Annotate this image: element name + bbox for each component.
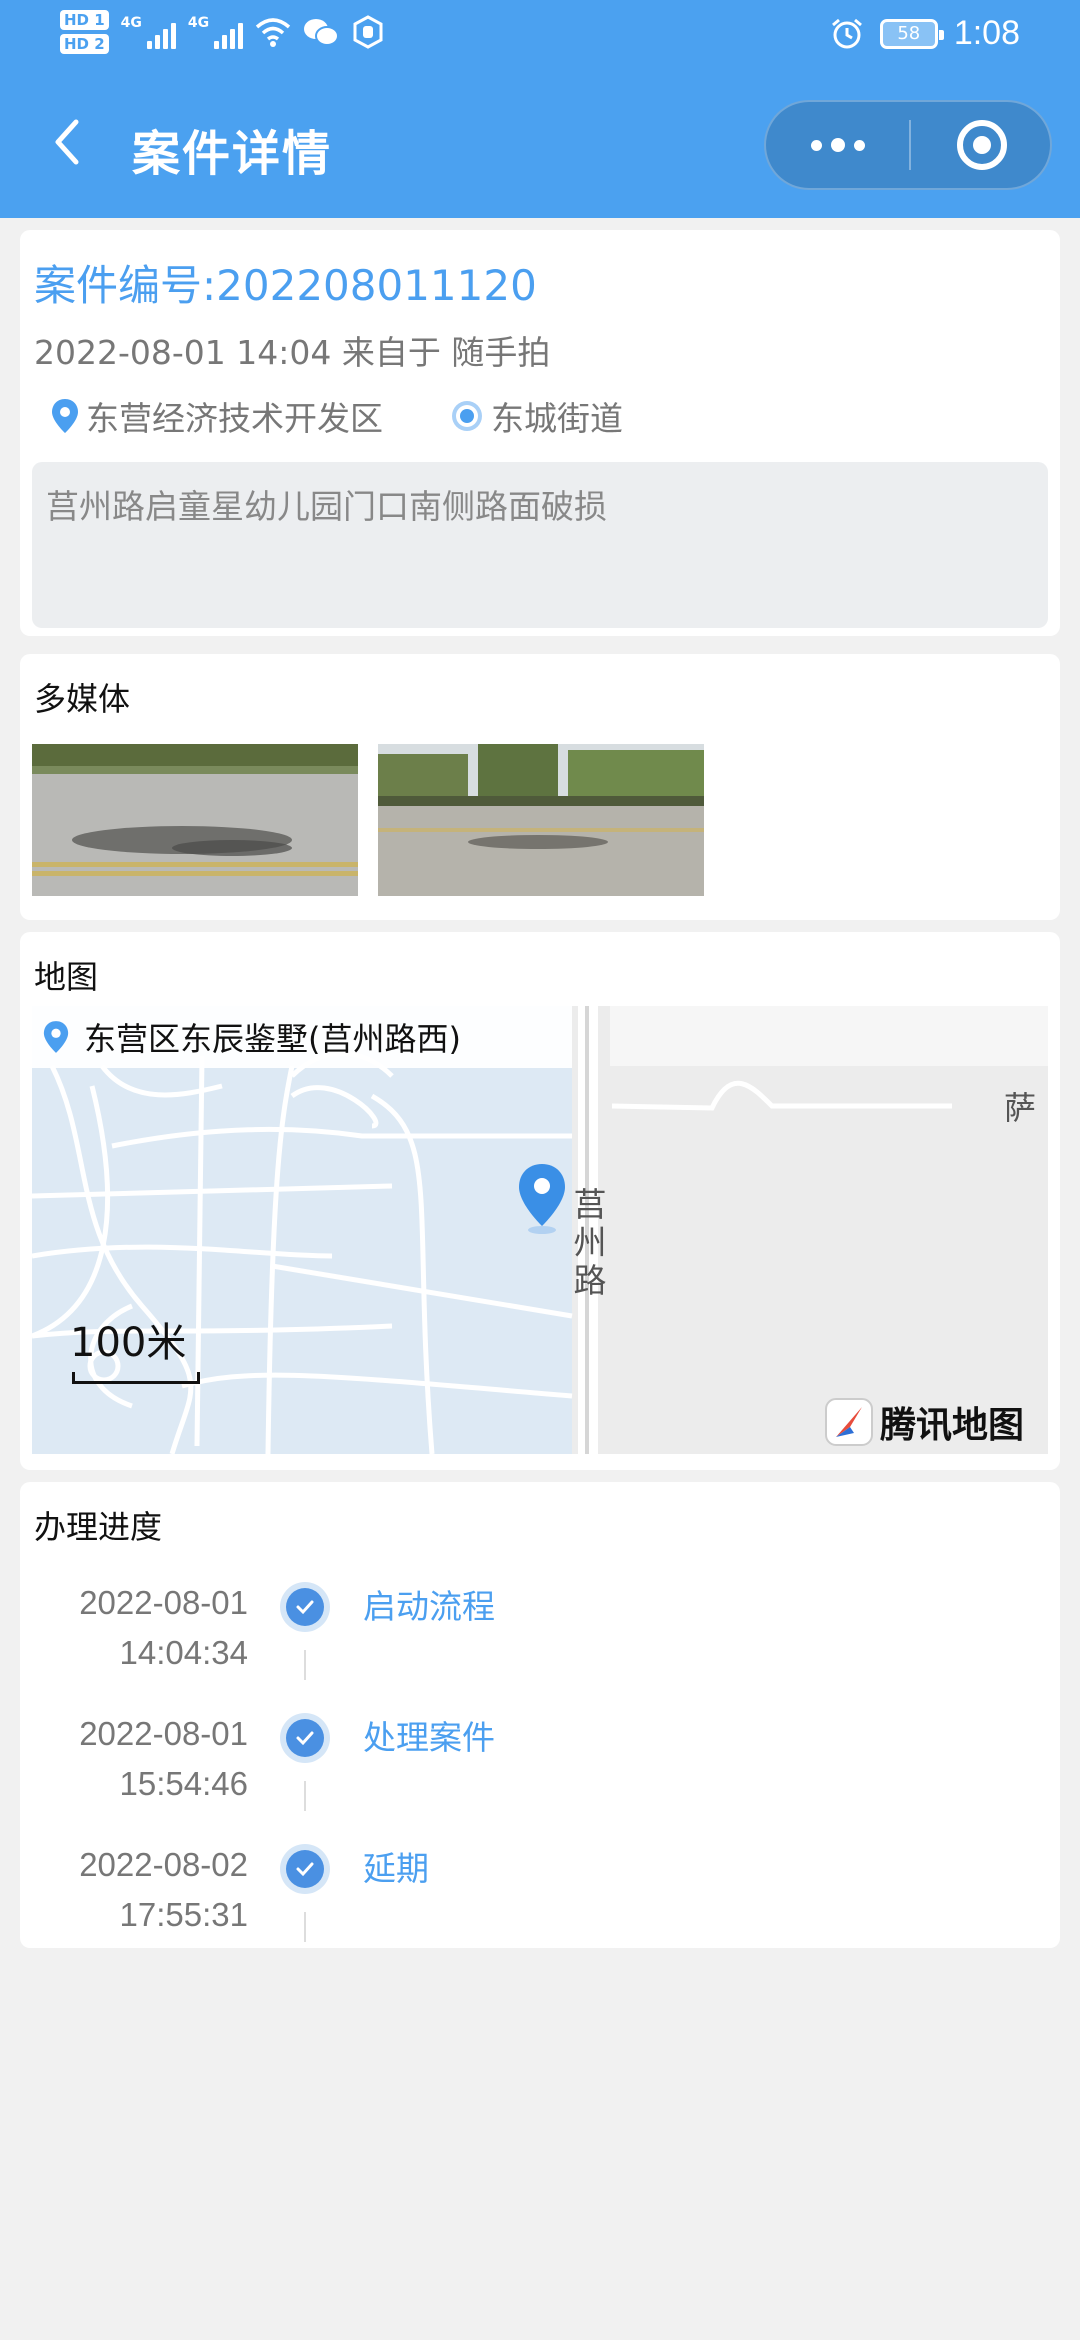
step-connector bbox=[304, 1912, 306, 1942]
battery-icon: 58 bbox=[879, 18, 944, 49]
wifi-icon bbox=[255, 18, 291, 47]
step-time: 14:04:34 bbox=[119, 1634, 248, 1671]
location-pin-icon bbox=[52, 399, 78, 433]
mini-program-capsule bbox=[764, 100, 1052, 190]
signal-2-icon: 4G bbox=[188, 15, 244, 49]
location-row: 东营经济技术开发区 东城街道 bbox=[50, 392, 623, 440]
step-date: 2022-08-02 bbox=[79, 1846, 248, 1883]
map-scale-label: 100米 bbox=[70, 1320, 187, 1366]
map-address: 东营区东辰鉴墅(莒州路西) bbox=[84, 1020, 461, 1058]
clock: 1:08 bbox=[953, 14, 1020, 52]
check-circle-icon bbox=[280, 1713, 330, 1763]
map-address-bar: 东营区东辰鉴墅(莒州路西) bbox=[32, 1006, 572, 1068]
media-photo-2[interactable] bbox=[378, 744, 704, 896]
tencent-map-logo: 腾讯地图 bbox=[824, 1396, 1024, 1448]
signal-1-icon: 4G bbox=[121, 15, 176, 49]
step-label: 处理案件 bbox=[363, 1718, 495, 1757]
media-card: 多媒体 bbox=[20, 654, 1060, 920]
step-time: 15:54:46 bbox=[119, 1765, 248, 1802]
more-dots-icon[interactable] bbox=[766, 102, 909, 188]
check-circle-icon bbox=[280, 1582, 330, 1632]
map-logo-text: 腾讯地图 bbox=[879, 1405, 1024, 1446]
target-location-icon bbox=[452, 401, 482, 431]
alarm-icon bbox=[831, 18, 862, 48]
status-bar: HD 1 HD 2 4G 4G 58 1:08 bbox=[0, 0, 1080, 76]
map-corner-label: 萨 bbox=[1004, 1089, 1037, 1127]
progress-title: 办理进度 bbox=[34, 1508, 163, 1546]
step-time: 17:55:31 bbox=[119, 1896, 248, 1933]
step-date: 2022-08-01 bbox=[79, 1584, 248, 1621]
step-date: 2022-08-01 bbox=[79, 1715, 248, 1752]
hd2-badge: HD 2 bbox=[60, 34, 109, 54]
location-pin-icon bbox=[43, 1021, 69, 1053]
step-connector bbox=[304, 1650, 306, 1680]
status-right: 58 1:08 bbox=[830, 14, 1020, 53]
target-circle-icon[interactable] bbox=[911, 102, 1052, 188]
chevron-left-icon[interactable] bbox=[42, 112, 102, 172]
progress-card: 办理进度 2022-08-01 14:04:34 启动流程 2022-08-01… bbox=[20, 1482, 1060, 1948]
hand-badge-icon bbox=[353, 15, 383, 49]
progress-step: 2022-08-01 15:54:46 处理案件 bbox=[20, 1709, 1060, 1839]
street-label: 东城街道 bbox=[491, 399, 623, 438]
map-marker-icon bbox=[519, 1164, 565, 1234]
step-connector bbox=[304, 1781, 306, 1811]
hd1-badge: HD 1 bbox=[60, 10, 109, 30]
nav-bar: 案件详情 bbox=[0, 96, 1080, 196]
media-title: 多媒体 bbox=[34, 680, 131, 718]
media-photo-1[interactable] bbox=[32, 744, 358, 896]
map-title: 地图 bbox=[34, 958, 99, 996]
map-scale-bar bbox=[72, 1372, 200, 1384]
district-label: 东营经济技术开发区 bbox=[86, 399, 383, 438]
case-number: 案件编号:202208011120 bbox=[34, 261, 537, 310]
step-label: 延期 bbox=[363, 1849, 429, 1888]
case-meta: 2022-08-01 14:04 来自于 随手拍 bbox=[34, 333, 551, 372]
app-header: HD 1 HD 2 4G 4G 58 1:08 案件详情 bbox=[0, 0, 1080, 218]
compass-icon bbox=[824, 1398, 873, 1446]
case-info-card: 案件编号:202208011120 2022-08-01 14:04 来自于 随… bbox=[20, 230, 1060, 636]
map-view[interactable]: 东营区东辰鉴墅(莒州路西) 莒州路 萨 100米 腾讯地图 bbox=[32, 1006, 1048, 1454]
page-title: 案件详情 bbox=[132, 126, 333, 182]
case-description: 莒州路启童星幼儿园门口南侧路面破损 bbox=[32, 462, 1048, 628]
progress-step: 2022-08-02 17:55:31 延期 bbox=[20, 1840, 1060, 1970]
status-left: HD 1 HD 2 4G 4G bbox=[60, 10, 385, 54]
map-card: 地图 东营区东辰鉴墅(莒州路西) 莒州路 萨 100米 腾讯地图 bbox=[20, 932, 1060, 1470]
check-circle-icon bbox=[280, 1844, 330, 1894]
progress-step: 2022-08-01 14:04:34 启动流程 bbox=[20, 1578, 1060, 1708]
wechat-icon bbox=[304, 19, 340, 46]
map-road-label: 莒州路 bbox=[573, 1185, 607, 1300]
step-label: 启动流程 bbox=[363, 1587, 495, 1626]
